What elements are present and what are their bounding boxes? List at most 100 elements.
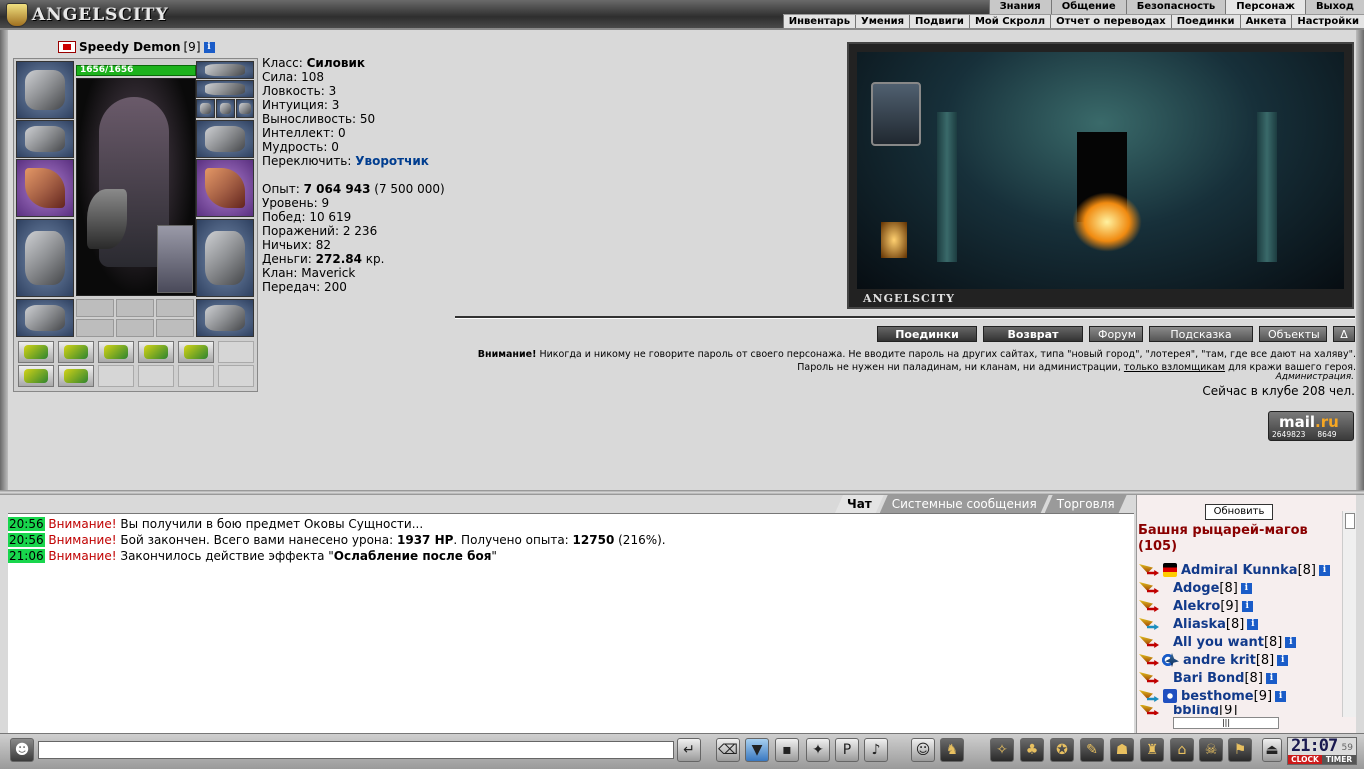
chat-input[interactable]	[38, 741, 674, 759]
lantern-object[interactable]	[881, 222, 907, 258]
hint-button[interactable]: Подсказка	[1149, 326, 1253, 342]
user-name[interactable]: All you want	[1173, 635, 1264, 650]
forum-button[interactable]: Форум	[1089, 326, 1143, 342]
info-icon[interactable]: i	[1240, 582, 1252, 594]
duels-button[interactable]: Поединки	[877, 326, 977, 342]
info-icon[interactable]: i	[1285, 636, 1297, 648]
character-avatar[interactable]	[76, 78, 196, 296]
item-slot-6[interactable]	[218, 341, 254, 363]
item-slot-9[interactable]	[98, 365, 134, 387]
rune-slot-1[interactable]	[76, 299, 114, 317]
delta-button[interactable]: Δ	[1333, 326, 1355, 342]
user-name[interactable]: Aliaska	[1173, 617, 1226, 632]
message-time[interactable]: 21:06	[8, 549, 45, 563]
user-name[interactable]: Adoge	[1173, 581, 1219, 596]
logo[interactable]: ANGELSCITY	[6, 2, 169, 28]
user-name[interactable]: Admiral Kunnka	[1181, 563, 1298, 578]
info-icon[interactable]: i	[1318, 564, 1330, 576]
pants-slot[interactable]	[196, 219, 254, 297]
left-weapon-slot[interactable]	[16, 159, 74, 217]
rune-slot-3[interactable]	[156, 299, 194, 317]
attack-icon[interactable]	[1139, 635, 1161, 649]
gloves-slot[interactable]	[196, 120, 254, 158]
objects-button[interactable]: Объекты	[1259, 326, 1327, 342]
tab-trade[interactable]: Торговля	[1045, 495, 1127, 513]
menu-character[interactable]: Персонаж	[1225, 0, 1305, 14]
location-view[interactable]: ANGELSCITY	[847, 42, 1354, 309]
hackers-link[interactable]: только взломщикам	[1124, 362, 1225, 373]
eraser-icon[interactable]: ⌫	[716, 738, 740, 762]
earrings-slot[interactable]	[196, 61, 254, 79]
clock-button[interactable]: CLOCK	[1288, 755, 1322, 764]
send-icon[interactable]: ↵	[677, 738, 701, 762]
attack-icon[interactable]	[1139, 599, 1161, 613]
item-slot-12[interactable]	[218, 365, 254, 387]
lock-icon[interactable]: ⌂	[1170, 738, 1194, 762]
item-slot-8[interactable]	[58, 365, 94, 387]
user-name[interactable]: Bari Bond	[1173, 671, 1244, 686]
amulet-slot[interactable]	[196, 80, 254, 98]
return-button[interactable]: Возврат	[983, 326, 1083, 342]
tab-system-messages[interactable]: Системные сообщения	[880, 495, 1049, 513]
submenu-skills[interactable]: Умения	[855, 15, 909, 28]
submenu-settings[interactable]: Настройки	[1291, 15, 1364, 28]
spell-icon[interactable]: ✧	[990, 738, 1014, 762]
sign-object[interactable]	[871, 82, 921, 146]
flag-icon[interactable]: ⚑	[1228, 738, 1252, 762]
scroll-thumb[interactable]	[1345, 513, 1355, 529]
bag-icon[interactable]: ♣	[1020, 738, 1044, 762]
bracers-slot[interactable]	[16, 120, 74, 158]
filter-icon[interactable]: ▼	[745, 738, 769, 762]
menu-security[interactable]: Безопасность	[1125, 0, 1226, 14]
item-slot-10[interactable]	[138, 365, 174, 387]
sound-icon[interactable]: ♪	[864, 738, 888, 762]
item-slot-3[interactable]	[98, 341, 134, 363]
quill-icon[interactable]: ✎	[1080, 738, 1104, 762]
info-icon[interactable]: i	[1265, 672, 1277, 684]
message-time[interactable]: 20:56	[8, 533, 45, 547]
item-slot-5[interactable]	[178, 341, 214, 363]
info-icon[interactable]: i	[203, 41, 215, 53]
submenu-my-scroll[interactable]: Мой Скролл	[968, 15, 1050, 28]
submenu-transfer-report[interactable]: Отчет о переводах	[1050, 15, 1171, 28]
rune-slot-2[interactable]	[116, 299, 154, 317]
menu-exit[interactable]: Выход	[1304, 0, 1364, 14]
user-name[interactable]: Alekro	[1173, 599, 1220, 614]
menu-knowledge[interactable]: Знания	[988, 0, 1051, 14]
attack-icon[interactable]	[1139, 563, 1161, 577]
message-time[interactable]: 20:56	[8, 517, 45, 531]
submenu-inventory[interactable]: Инвентарь	[782, 15, 855, 28]
user-name[interactable]: bbling	[1173, 705, 1219, 715]
attack-icon[interactable]	[1139, 705, 1161, 715]
horizontal-scrollbar[interactable]: |||	[1173, 717, 1279, 729]
item-slot-4[interactable]	[138, 341, 174, 363]
running-man-icon[interactable]: ✦	[806, 738, 830, 762]
save-icon[interactable]: ▪	[775, 738, 799, 762]
info-icon[interactable]: i	[1247, 618, 1259, 630]
menu-communication[interactable]: Общение	[1050, 0, 1126, 14]
submenu-duels[interactable]: Поединки	[1170, 15, 1240, 28]
armor-slot[interactable]	[16, 219, 74, 297]
helmet-slot[interactable]	[16, 61, 74, 119]
refresh-button[interactable]: Обновить	[1205, 504, 1273, 520]
switch-class-link[interactable]: Уворотчик	[355, 154, 429, 168]
smiley-icon[interactable]: ☺	[911, 738, 935, 762]
ring-slot-2[interactable]	[216, 99, 235, 118]
attack-icon[interactable]	[1139, 581, 1161, 595]
submenu-profile[interactable]: Анкета	[1239, 15, 1292, 28]
right-weapon-slot[interactable]	[196, 159, 254, 217]
tab-chat[interactable]: Чат	[835, 495, 884, 513]
attack-icon[interactable]	[1139, 689, 1161, 703]
user-name[interactable]: besthome	[1181, 689, 1254, 704]
chat-log[interactable]: 20:56 Внимание! Вы получили в бою предме…	[8, 513, 1134, 733]
ring-slot-3[interactable]	[236, 99, 254, 118]
item-slot-2[interactable]	[58, 341, 94, 363]
pet-cat-icon[interactable]	[157, 225, 193, 293]
item-slot-7[interactable]	[18, 365, 54, 387]
vertical-scrollbar[interactable]	[1342, 511, 1356, 717]
boots-slot[interactable]	[196, 299, 254, 337]
warrior-icon[interactable]: ♜	[1140, 738, 1164, 762]
rune-slot-4[interactable]	[76, 319, 114, 337]
user-name[interactable]: andre krit	[1183, 653, 1256, 668]
attack-icon[interactable]	[1139, 617, 1161, 631]
